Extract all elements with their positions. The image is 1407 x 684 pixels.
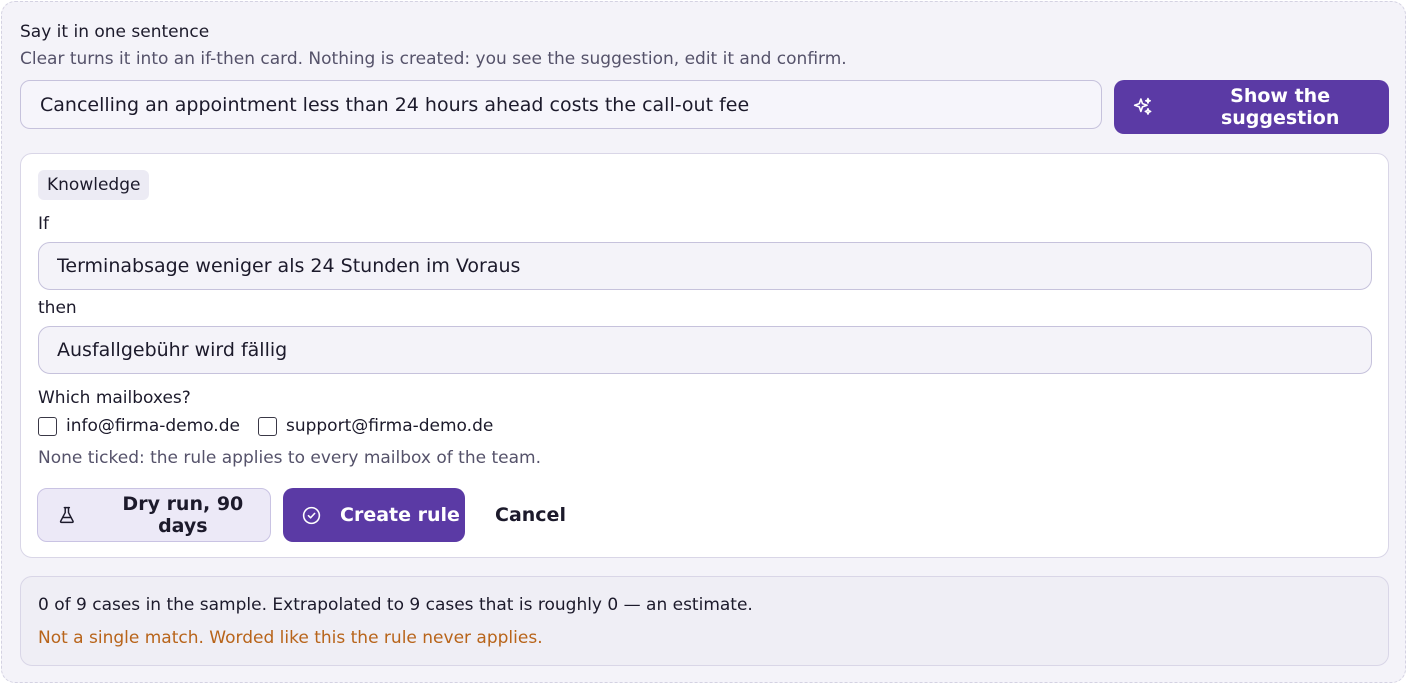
- dry-run-result: 0 of 9 cases in the sample. Extrapolated…: [20, 576, 1389, 666]
- rule-card: Knowledge If then Which mailboxes? info@…: [20, 153, 1389, 558]
- dry-run-warning: Not a single match. Worded like this the…: [38, 628, 543, 648]
- show-suggestion-label: Show the suggestion: [1220, 85, 1340, 129]
- sparkle-icon: [1133, 97, 1152, 115]
- rule-composer-panel: Say it in one sentence Clear turns it in…: [1, 1, 1406, 683]
- mailbox-label-info: info@firma-demo.de: [66, 416, 240, 436]
- then-field[interactable]: [38, 326, 1372, 374]
- knowledge-tag: Knowledge: [38, 170, 150, 200]
- composer-title: Say it in one sentence: [20, 22, 210, 42]
- dry-run-button[interactable]: Dry run, 90 days: [37, 488, 271, 542]
- cancel-button[interactable]: Cancel: [495, 488, 566, 542]
- mailboxes-label: Which mailboxes?: [38, 388, 191, 408]
- show-suggestion-button[interactable]: Show the suggestion: [1114, 80, 1389, 134]
- mailbox-option-info[interactable]: info@firma-demo.de: [38, 416, 240, 436]
- sentence-input[interactable]: [20, 80, 1102, 129]
- mailbox-checklist: info@firma-demo.de support@firma-demo.de: [38, 416, 511, 436]
- dry-run-label: Dry run, 90 days: [122, 493, 244, 537]
- create-rule-label: Create rule: [340, 504, 460, 526]
- if-field[interactable]: [38, 242, 1372, 290]
- mailbox-checkbox-info[interactable]: [38, 416, 57, 436]
- then-label: then: [38, 298, 77, 318]
- mailbox-checkbox-support[interactable]: [257, 416, 277, 436]
- mailboxes-hint: None ticked: the rule applies to every m…: [38, 448, 541, 468]
- mailbox-option-support[interactable]: support@firma-demo.de: [257, 416, 494, 436]
- flask-icon: [59, 506, 74, 524]
- check-circle-icon: [302, 506, 321, 524]
- dry-run-summary: 0 of 9 cases in the sample. Extrapolated…: [38, 595, 753, 615]
- create-rule-button[interactable]: Create rule: [283, 488, 465, 542]
- mailbox-label-support: support@firma-demo.de: [285, 416, 494, 436]
- if-label: If: [38, 214, 49, 234]
- composer-subtitle: Clear turns it into an if-then card. Not…: [20, 49, 847, 69]
